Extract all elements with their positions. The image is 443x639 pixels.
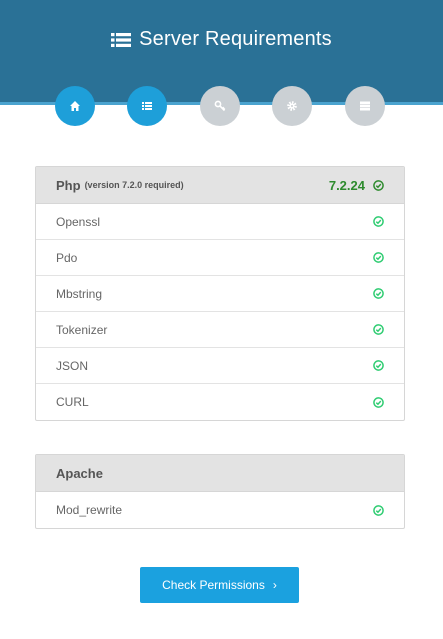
apache-requirements-panel: Apache Mod_rewrite xyxy=(35,454,405,529)
home-icon xyxy=(70,101,80,111)
step-home[interactable] xyxy=(55,86,95,126)
check-circle-icon xyxy=(373,179,384,191)
step-requirements[interactable] xyxy=(127,86,167,126)
check-circle-icon xyxy=(373,504,384,516)
check-circle-icon xyxy=(373,396,384,408)
php-installed-version: 7.2.24 xyxy=(329,178,384,193)
page-title: Server Requirements xyxy=(0,28,443,51)
php-required-version: (version 7.2.0 required) xyxy=(84,180,184,190)
check-circle-icon xyxy=(373,360,384,371)
php-extension-list: Openssl Pdo Mbstring Tokenizer JSON CURL xyxy=(36,204,404,420)
apache-module-list: Mod_rewrite xyxy=(36,492,404,528)
apache-module-row: Mod_rewrite xyxy=(36,492,404,528)
php-extension-row-label: CURL xyxy=(56,395,89,409)
php-extension-row: JSON xyxy=(36,348,404,384)
check-circle-icon xyxy=(373,288,384,299)
php-extension-row-label: Pdo xyxy=(56,250,78,265)
php-extension-row: CURL xyxy=(36,384,404,420)
gear-icon xyxy=(287,101,297,111)
php-extension-row-label: Tokenizer xyxy=(56,322,108,337)
php-panel-header: Php (version 7.2.0 required) 7.2.24 xyxy=(36,167,404,204)
chevron-right-icon: › xyxy=(272,578,277,592)
php-extension-row-label: Mbstring xyxy=(56,286,103,301)
check-permissions-label: Check Permissions xyxy=(162,578,265,592)
list-icon xyxy=(142,102,152,110)
php-extension-row-label: JSON xyxy=(56,358,89,373)
apache-panel-header: Apache xyxy=(36,455,404,492)
php-extension-row: Tokenizer xyxy=(36,312,404,348)
php-title: Php xyxy=(56,177,81,193)
check-circle-icon xyxy=(373,324,384,335)
check-circle-icon xyxy=(373,252,384,263)
check-circle-icon xyxy=(373,216,384,227)
apache-title: Apache xyxy=(56,465,103,481)
list-icon xyxy=(111,32,132,47)
php-extension-row-label: Openssl xyxy=(56,214,101,229)
server-icon xyxy=(360,101,370,111)
php-requirements-panel: Php (version 7.2.0 required) 7.2.24 Open… xyxy=(35,166,405,421)
step-database[interactable] xyxy=(345,86,385,126)
php-version-value: 7.2.24 xyxy=(328,177,365,193)
check-permissions-button[interactable]: Check Permissions › xyxy=(140,567,299,603)
step-permissions[interactable] xyxy=(200,86,240,126)
key-icon xyxy=(214,100,226,112)
wizard-steps xyxy=(0,86,443,126)
apache-module-row-label: Mod_rewrite xyxy=(56,503,123,517)
php-extension-row: Mbstring xyxy=(36,276,404,312)
step-settings[interactable] xyxy=(272,86,312,126)
php-extension-row: Pdo xyxy=(36,240,404,276)
page-title-text: Server Requirements xyxy=(139,28,332,50)
php-extension-row: Openssl xyxy=(36,204,404,240)
